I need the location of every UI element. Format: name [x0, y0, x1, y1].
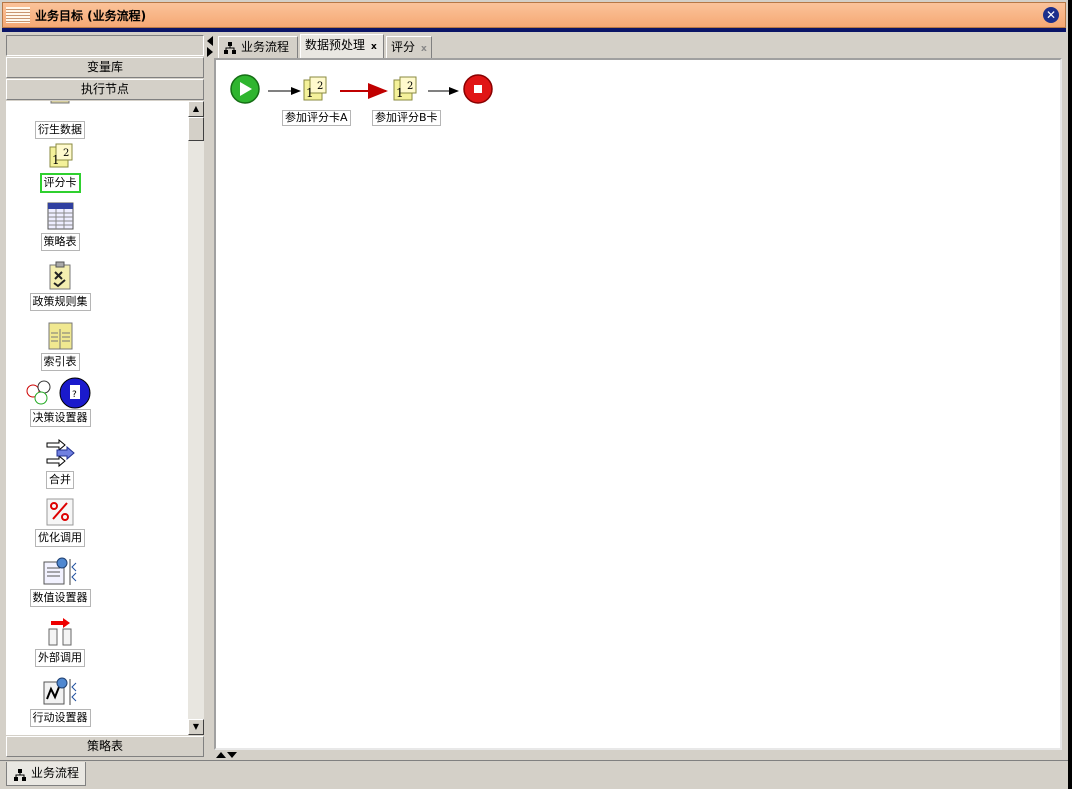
tab-label: 数据预处理 — [305, 38, 366, 52]
collapse-left-icon[interactable] — [207, 36, 213, 46]
left-panel: 变量库 执行节点 衍生数据 1 2 评分卡 策略表 政策规则集 索引表 ? 决策… — [4, 33, 206, 759]
tab-business-flow[interactable]: 业务流程 — [218, 36, 298, 58]
close-tab-icon[interactable]: x — [371, 42, 377, 52]
collapse-down-icon[interactable] — [227, 752, 237, 758]
palette-item-label: 索引表 — [40, 353, 80, 371]
palette-item-decision-setter[interactable]: ? 决策设置器 — [6, 377, 114, 427]
palette-item-merge[interactable]: 合并 — [6, 438, 114, 489]
panel-splitter[interactable] — [206, 33, 214, 759]
palette-item-label: 衍生数据 — [35, 121, 85, 139]
optimize-call-icon — [45, 497, 75, 527]
window-edge — [1068, 0, 1072, 789]
bottom-tab-label: 业务流程 — [31, 766, 80, 780]
palette-item-value-setter[interactable]: 数值设置器 — [6, 557, 114, 607]
palette-scrollbar[interactable]: ▲ ▼ — [188, 101, 204, 735]
bottom-tab-bar: 业务流程 — [0, 760, 1072, 789]
palette-item-label: 策略表 — [40, 233, 80, 251]
window-title-bar: 业务目标 (业务流程) ✕ — [2, 2, 1066, 28]
palette-item-optimize-call[interactable]: 优化调用 — [6, 497, 114, 547]
palette-item-policy-ruleset[interactable]: 政策规则集 — [6, 261, 114, 311]
derived-data-icon — [45, 101, 75, 119]
value-setter-icon — [42, 557, 78, 587]
svg-text:1: 1 — [396, 86, 404, 100]
canvas-collapse-toggle[interactable] — [216, 751, 246, 759]
palette-item-label: 政策规则集 — [29, 293, 91, 311]
scorecard-node-a[interactable]: 1 2 — [303, 76, 327, 101]
palette-item-label: 行动设置器 — [29, 709, 91, 727]
scroll-thumb[interactable] — [188, 117, 204, 141]
node-label-scorecard-b: 参加评分B卡 — [372, 110, 441, 126]
flow-canvas[interactable]: 1 2 1 2 参加评分卡A 参加评分B卡 — [214, 58, 1062, 750]
palette-item-label: 决策设置器 — [29, 409, 91, 427]
svg-text:1: 1 — [306, 86, 314, 100]
palette-item-external-call[interactable]: 外部调用 — [6, 617, 114, 667]
title-divider — [2, 28, 1066, 32]
end-node[interactable] — [463, 74, 493, 104]
svg-text:2: 2 — [317, 81, 323, 92]
palette-item-strategy-table[interactable]: 策略表 — [6, 201, 114, 251]
scroll-down-icon[interactable]: ▼ — [188, 719, 204, 735]
scorecard-node-b[interactable]: 1 2 — [393, 76, 417, 101]
palette-item-label: 优化调用 — [35, 529, 85, 547]
policy-ruleset-icon — [45, 261, 75, 291]
svg-text:1: 1 — [52, 153, 60, 167]
scorecard-icon: 1 2 — [45, 141, 75, 171]
close-window-icon[interactable]: ✕ — [1043, 7, 1059, 23]
palette-item-label: 数值设置器 — [29, 589, 91, 607]
start-node[interactable] — [230, 74, 260, 104]
merge-icon — [45, 438, 75, 469]
tab-bottom-business-flow[interactable]: 业务流程 — [6, 762, 86, 786]
tab-scoring[interactable]: 评分 x — [386, 36, 432, 58]
palette-search-field[interactable] — [6, 35, 204, 56]
svg-text:2: 2 — [63, 148, 69, 159]
palette-item-label: 合并 — [46, 471, 74, 489]
title-grip-icon — [6, 7, 30, 23]
decision-setter-icon: ? — [25, 377, 95, 409]
editor-tab-bar: 业务流程 数据预处理 x 评分 x — [216, 34, 1062, 58]
svg-text:2: 2 — [407, 81, 413, 92]
expand-right-icon[interactable] — [207, 47, 213, 57]
section-execution-nodes[interactable]: 执行节点 — [6, 79, 204, 100]
palette-item-derived-data[interactable]: 衍生数据 — [6, 101, 114, 139]
section-strategy-table[interactable]: 策略表 — [6, 736, 204, 757]
svg-text:?: ? — [72, 390, 77, 400]
section-variable-library[interactable]: 变量库 — [6, 57, 204, 78]
stop-icon — [474, 85, 482, 93]
strategy-table-icon — [45, 201, 75, 231]
palette-item-action-setter[interactable]: 行动设置器 — [6, 677, 114, 727]
collapse-up-icon[interactable] — [216, 752, 226, 758]
palette-item-index-table[interactable]: 索引表 — [6, 321, 114, 371]
node-label-scorecard-a: 参加评分卡A — [282, 110, 351, 126]
tab-data-preprocessing[interactable]: 数据预处理 x — [300, 34, 384, 58]
tab-label: 业务流程 — [241, 40, 290, 54]
palette-item-scorecard[interactable]: 1 2 评分卡 — [6, 141, 114, 193]
palette-item-label: 外部调用 — [35, 649, 85, 667]
index-table-icon — [45, 321, 75, 351]
window-title: 业务目标 (业务流程) — [35, 9, 147, 23]
palette-item-label: 评分卡 — [39, 173, 81, 193]
action-setter-icon — [42, 677, 78, 707]
close-tab-icon[interactable]: x — [421, 44, 427, 54]
tab-label: 评分 — [391, 40, 416, 54]
scroll-up-icon[interactable]: ▲ — [188, 101, 204, 117]
flow-tree-icon — [13, 767, 27, 781]
external-call-icon — [45, 617, 75, 647]
node-palette: 衍生数据 1 2 评分卡 策略表 政策规则集 索引表 ? 决策设置器 合并 优化… — [6, 101, 188, 735]
flow-tree-icon — [223, 41, 237, 55]
